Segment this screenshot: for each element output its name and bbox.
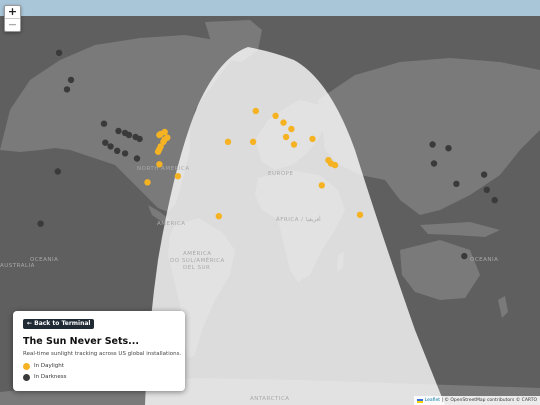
daylight-marker[interactable] bbox=[224, 138, 232, 145]
panel-title: The Sun Never Sets... bbox=[23, 336, 139, 347]
panel-subtitle: Real-time sunlight tracking across US gl… bbox=[23, 351, 182, 357]
info-panel: ← Back to Terminal The Sun Never Sets...… bbox=[13, 311, 185, 391]
legend-darkness-label: In Darkness bbox=[34, 374, 67, 380]
darkness-marker[interactable] bbox=[100, 120, 108, 127]
attribution-text: | © OpenStreetMap contributors © CARTO bbox=[441, 398, 537, 403]
daylight-marker[interactable] bbox=[280, 119, 287, 126]
label-america: AMERICA bbox=[157, 221, 186, 227]
daylight-marker[interactable] bbox=[331, 161, 339, 169]
daylight-marker[interactable] bbox=[282, 133, 290, 141]
darkness-marker[interactable] bbox=[453, 180, 460, 187]
label-africa: ÁFRICA / أفريقيا bbox=[276, 215, 321, 223]
daylight-dot-icon bbox=[23, 363, 30, 370]
darkness-marker[interactable] bbox=[461, 252, 468, 260]
daylight-marker[interactable] bbox=[249, 138, 257, 145]
zoom-control: + − bbox=[4, 5, 21, 32]
darkness-marker[interactable] bbox=[491, 196, 498, 204]
darkness-marker[interactable] bbox=[136, 135, 143, 143]
label-australia: AUSTRALIA bbox=[0, 263, 35, 269]
daylight-marker[interactable] bbox=[154, 148, 162, 155]
top-sky-band bbox=[0, 0, 540, 16]
label-south-america-1: AMÉRICA bbox=[183, 249, 212, 257]
daylight-marker[interactable] bbox=[356, 211, 364, 218]
map-attribution: Leaflet | © OpenStreetMap contributors ©… bbox=[413, 396, 540, 405]
darkness-marker[interactable] bbox=[121, 150, 129, 157]
legend-daylight-label: In Daylight bbox=[34, 363, 64, 369]
daylight-marker[interactable] bbox=[290, 141, 298, 148]
daylight-marker[interactable] bbox=[174, 173, 182, 180]
darkness-marker[interactable] bbox=[55, 49, 63, 56]
legend-darkness: In Darkness bbox=[23, 373, 67, 382]
darkness-marker[interactable] bbox=[107, 143, 114, 150]
daylight-marker[interactable] bbox=[144, 179, 151, 186]
daylight-marker[interactable] bbox=[272, 112, 279, 120]
darkness-marker[interactable] bbox=[114, 147, 121, 154]
daylight-marker[interactable] bbox=[215, 213, 222, 220]
darkness-dot-icon bbox=[23, 374, 30, 381]
daylight-marker[interactable] bbox=[252, 107, 259, 115]
darkness-marker[interactable] bbox=[115, 127, 122, 135]
flag-icon bbox=[416, 398, 423, 403]
label-oceania-right: OCEANIA bbox=[470, 257, 498, 263]
daylight-marker[interactable] bbox=[309, 135, 316, 143]
label-europe: EUROPE bbox=[268, 171, 293, 177]
darkness-marker[interactable] bbox=[125, 131, 133, 139]
label-south-america-3: DEL SUR bbox=[183, 265, 210, 271]
label-antarctica: ANTARCTICA bbox=[250, 396, 290, 402]
zoom-in-button[interactable]: + bbox=[5, 6, 20, 18]
darkness-marker[interactable] bbox=[483, 186, 490, 193]
daylight-marker[interactable] bbox=[156, 131, 163, 139]
label-south-america-2: DO SUL/AMÉRICA bbox=[170, 256, 225, 264]
darkness-marker[interactable] bbox=[37, 220, 44, 227]
daylight-marker[interactable] bbox=[156, 161, 163, 168]
darkness-marker[interactable] bbox=[67, 76, 75, 84]
daylight-marker[interactable] bbox=[288, 125, 295, 133]
darkness-marker[interactable] bbox=[480, 171, 488, 178]
legend-daylight: In Daylight bbox=[23, 362, 64, 371]
darkness-marker[interactable] bbox=[430, 160, 438, 167]
label-north-america: NORTH AMERICA bbox=[137, 166, 190, 172]
darkness-marker[interactable] bbox=[445, 145, 452, 152]
darkness-marker[interactable] bbox=[429, 141, 436, 148]
zoom-out-button[interactable]: − bbox=[5, 18, 20, 31]
back-to-terminal-button[interactable]: ← Back to Terminal bbox=[23, 319, 95, 329]
darkness-marker[interactable] bbox=[102, 139, 109, 146]
darkness-marker[interactable] bbox=[133, 155, 141, 162]
leaflet-link[interactable]: Leaflet bbox=[425, 396, 440, 405]
darkness-marker[interactable] bbox=[63, 86, 71, 93]
daylight-marker[interactable] bbox=[318, 182, 325, 189]
darkness-marker[interactable] bbox=[54, 168, 61, 175]
